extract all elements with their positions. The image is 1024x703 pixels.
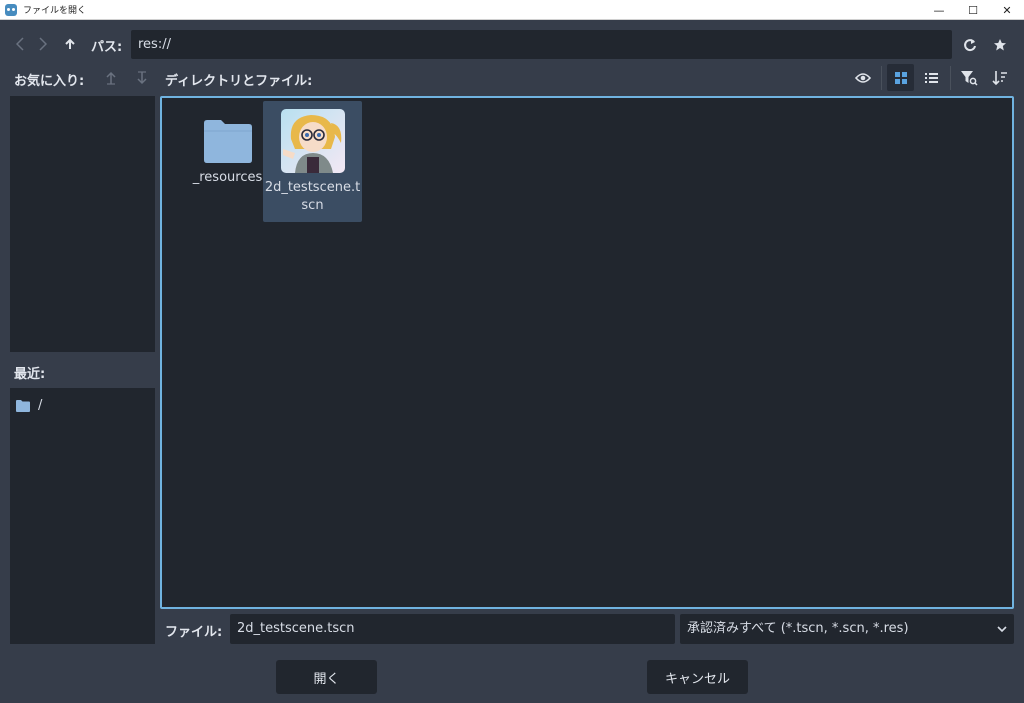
favorites-label: お気に入り: <box>14 74 85 89</box>
list-view-icon[interactable] <box>921 68 941 88</box>
file-grid[interactable]: _resources 2d_testscene.tscn <box>160 96 1014 609</box>
recent-item-label: / <box>38 398 43 413</box>
file-item-scene[interactable]: 2d_testscene.tscn <box>263 101 362 222</box>
close-button[interactable]: ✕ <box>990 0 1024 20</box>
folder-icon <box>203 119 252 163</box>
forward-icon[interactable] <box>35 34 51 54</box>
recent-label: 最近: <box>14 367 46 382</box>
path-label: パス: <box>91 40 123 55</box>
grid-view-icon[interactable] <box>887 64 914 91</box>
go-up-icon[interactable] <box>61 34 79 54</box>
godot-app-icon <box>5 3 17 16</box>
folder-icon <box>16 399 30 412</box>
recent-list[interactable]: / <box>10 388 155 644</box>
file-name-input[interactable]: 2d_testscene.tscn <box>230 614 675 644</box>
star-icon[interactable] <box>990 35 1010 55</box>
directory-label: ディレクトリとファイル: <box>165 74 313 89</box>
file-filter-value: 承認済みすべて (*.tscn, *.scn, *.res) <box>687 621 909 636</box>
path-input[interactable]: res:// <box>131 30 952 59</box>
chevron-down-icon <box>997 626 1007 633</box>
move-favorite-up-icon[interactable] <box>103 68 119 88</box>
back-icon[interactable] <box>12 34 28 54</box>
scene-thumbnail <box>280 109 345 173</box>
refresh-icon[interactable] <box>960 35 980 55</box>
cancel-button[interactable]: キャンセル <box>647 660 748 694</box>
favorites-list[interactable] <box>10 96 155 352</box>
minimize-button[interactable]: — <box>922 0 956 20</box>
filter-search-icon[interactable] <box>958 68 980 88</box>
toggle-hidden-files-icon[interactable] <box>853 68 873 88</box>
open-button[interactable]: 開く <box>276 660 377 694</box>
maximize-button[interactable]: ☐ <box>956 0 990 20</box>
sort-icon[interactable] <box>990 68 1010 88</box>
file-filter-select[interactable]: 承認済みすべて (*.tscn, *.scn, *.res) <box>680 614 1014 644</box>
recent-item-root[interactable]: / <box>16 398 42 413</box>
file-label: ファイル: <box>165 625 223 640</box>
move-favorite-down-icon[interactable] <box>134 68 150 88</box>
window-controls: — ☐ ✕ <box>922 0 1024 20</box>
recent-header: 最近: <box>0 352 155 388</box>
window-titlebar: ファイルを開く — ☐ ✕ <box>0 0 1024 20</box>
window-title: ファイルを開く <box>23 6 87 16</box>
file-item-name: 2d_testscene.tscn <box>264 180 361 213</box>
toolbar-separator <box>950 66 951 90</box>
toolbar-separator <box>881 66 882 90</box>
